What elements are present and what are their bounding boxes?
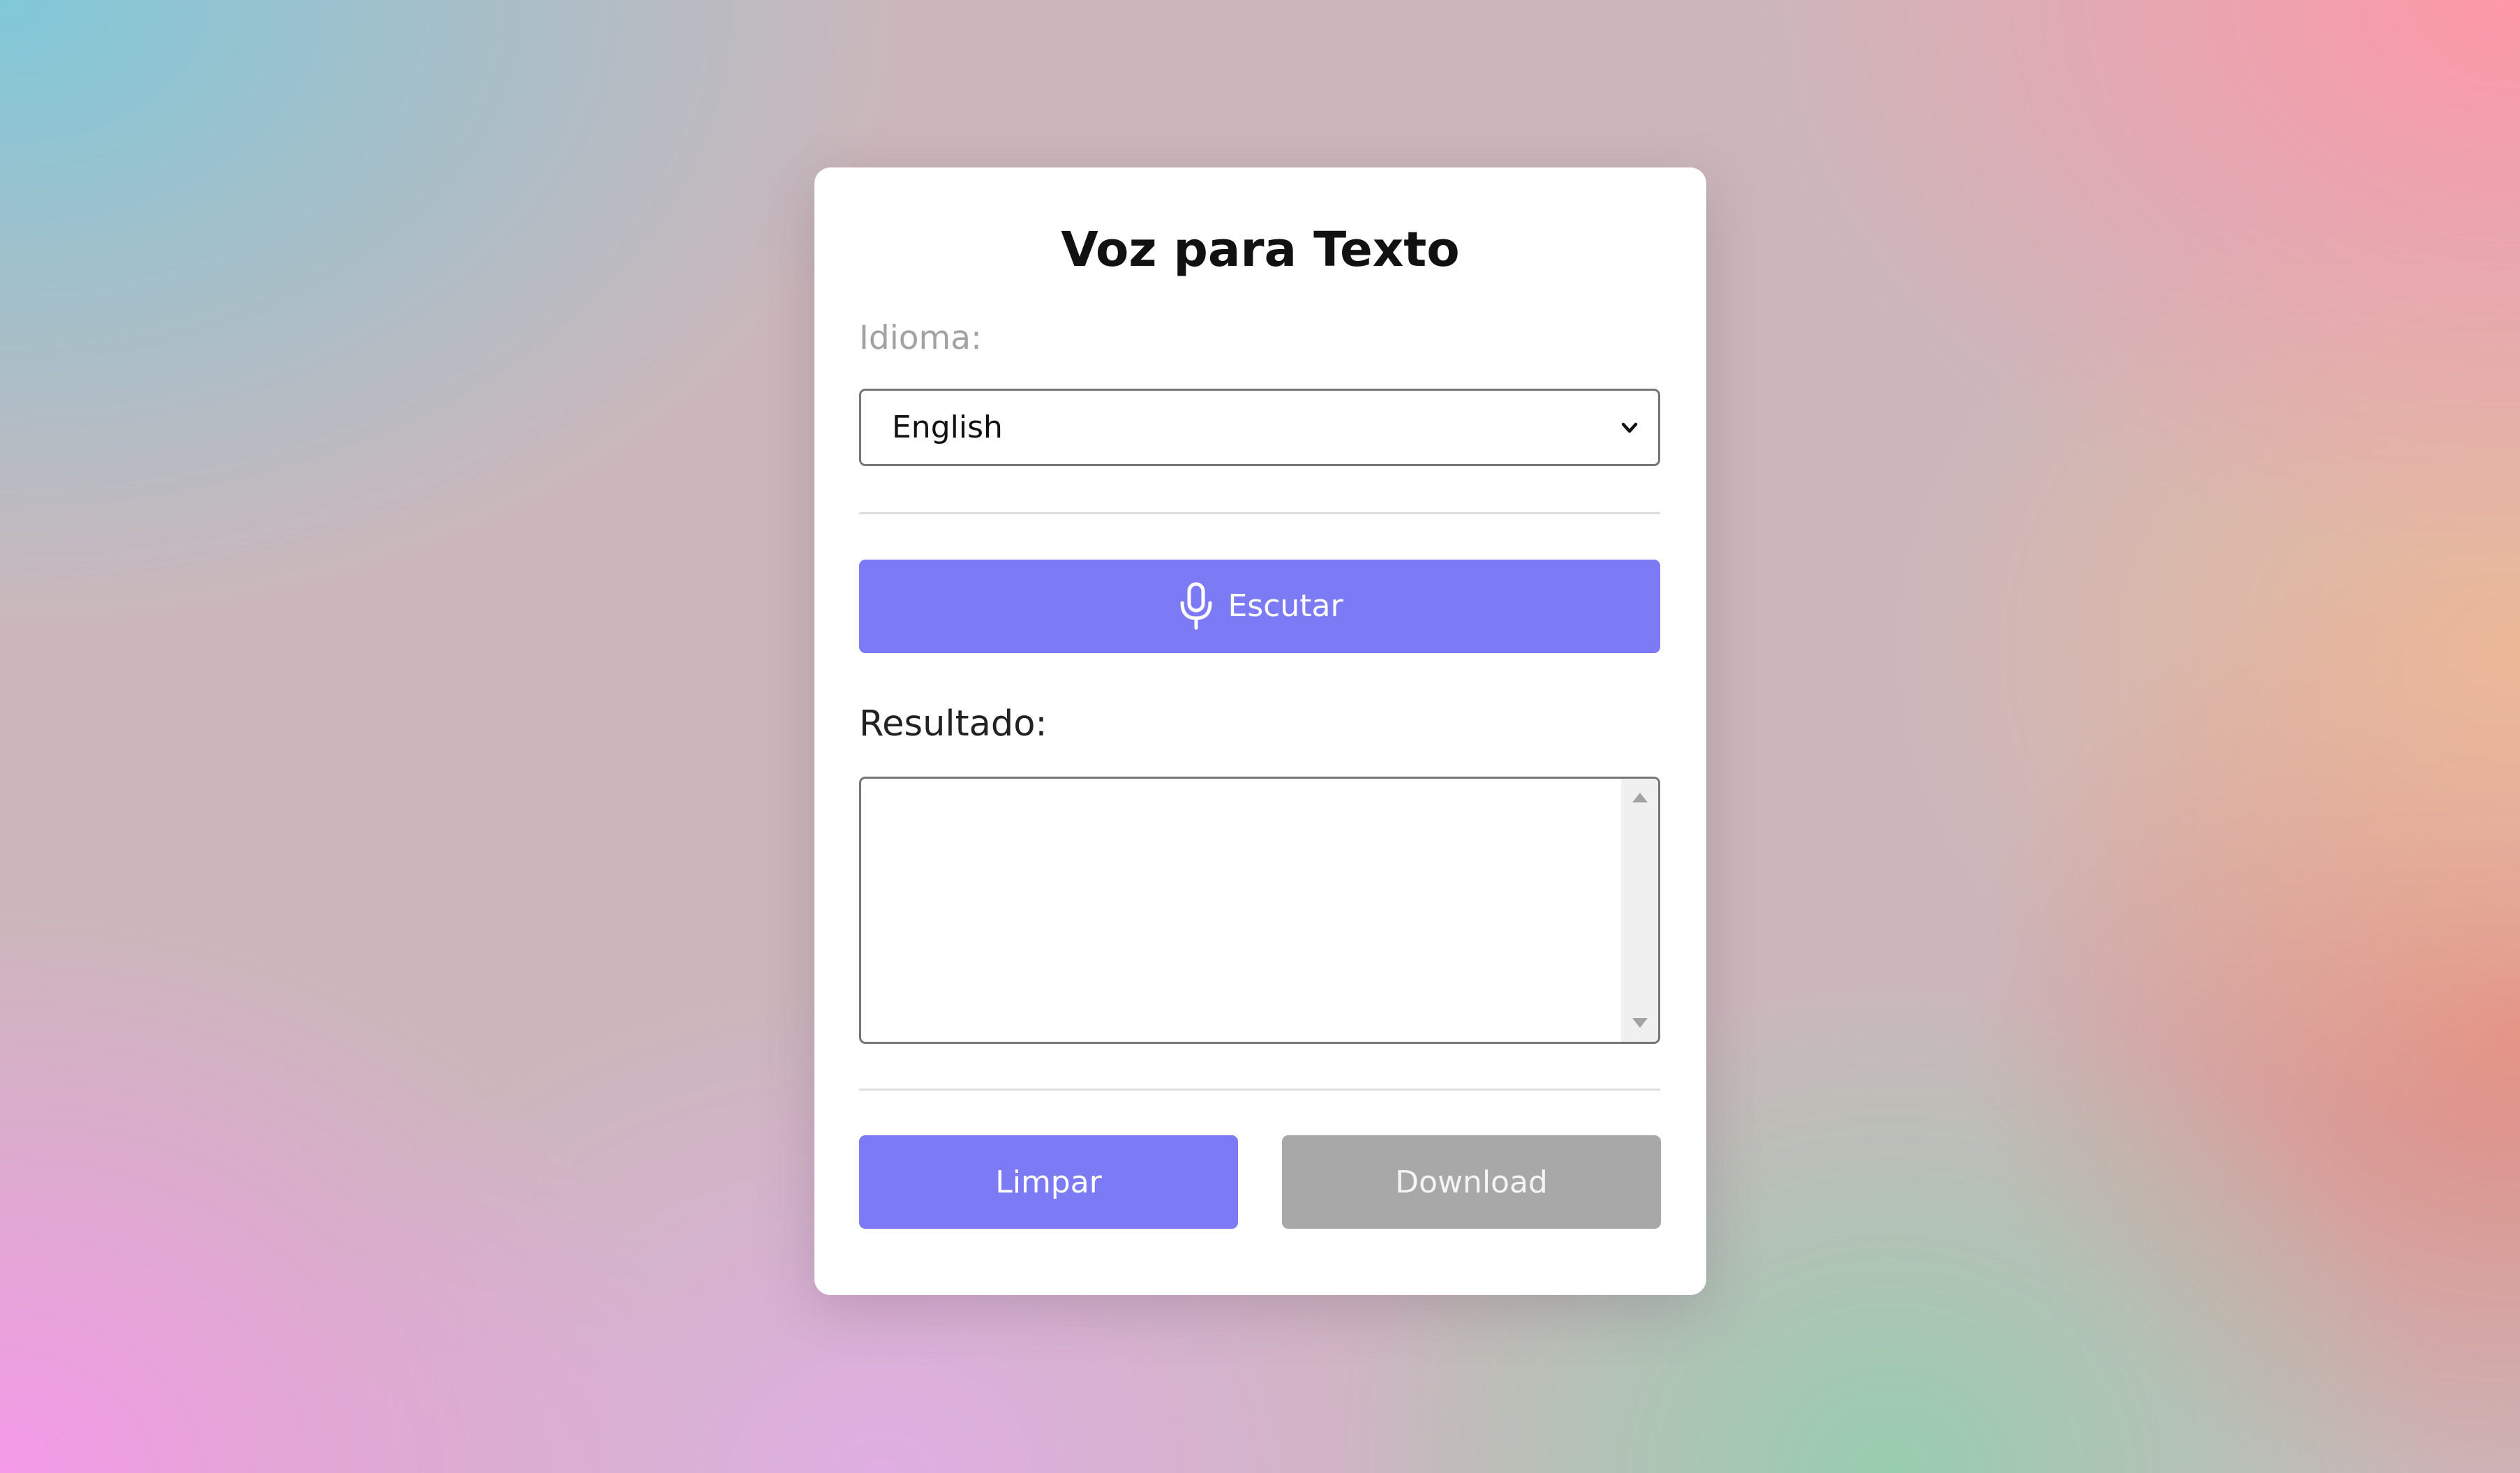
speech-to-text-card: Voz para Texto Idioma: English Escutar R… [814,167,1706,1295]
divider [859,512,1660,514]
listen-button[interactable]: Escutar [859,560,1660,653]
divider [859,1089,1660,1091]
download-button[interactable]: Download [1282,1135,1661,1229]
listen-button-label: Escutar [1228,588,1343,624]
language-label: Idioma: [859,319,982,357]
microphone-icon [1180,582,1212,630]
result-label: Resultado: [859,703,1047,745]
page-title: Voz para Texto [1061,222,1460,278]
scroll-up-arrow-icon[interactable] [1632,793,1648,802]
language-select-value: English [892,410,1003,445]
clear-button[interactable]: Limpar [859,1135,1238,1229]
language-select[interactable]: English [859,389,1660,466]
chevron-down-icon [1621,422,1638,433]
scroll-down-arrow-icon[interactable] [1632,1018,1648,1028]
result-scrollbar[interactable] [1621,779,1658,1042]
result-textarea[interactable] [859,777,1660,1044]
